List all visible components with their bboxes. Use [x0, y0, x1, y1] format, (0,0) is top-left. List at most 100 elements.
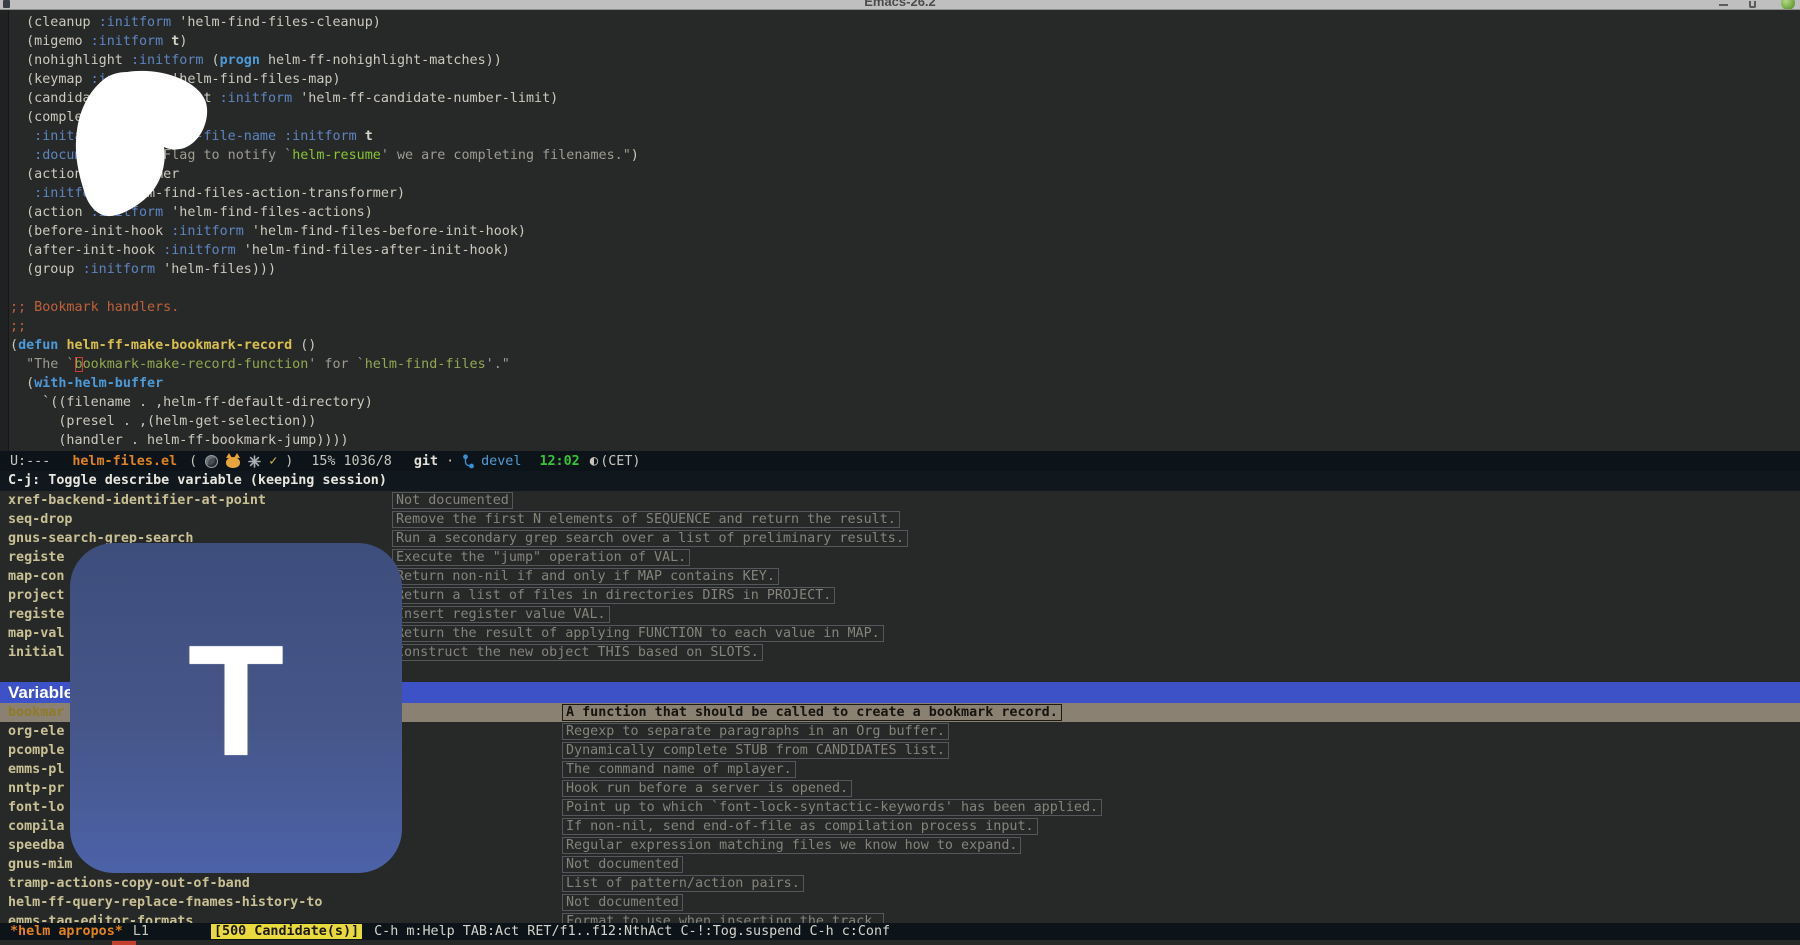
code-line[interactable]: (presel . ,(helm-get-selection)) [10, 412, 1800, 431]
window-titlebar[interactable]: Emacs-26.2 [0, 0, 1800, 10]
candidate-name: initial [8, 645, 64, 660]
candidate-count-badge: [500 Candidate(s)] [211, 924, 362, 939]
code-line[interactable]: (completing-file-name [10, 108, 1800, 127]
candidate-name: pcomple [8, 743, 64, 758]
emacs-orb-icon [205, 455, 218, 468]
code-segment: 'helm-ff-candidate-number-limit) [292, 91, 558, 106]
code-line[interactable]: (keymap :initform 'helm-find-files-map) [10, 70, 1800, 89]
code-line[interactable]: (defun helm-ff-make-bookmark-record () [10, 336, 1800, 355]
code-segment: (migemo [10, 34, 91, 49]
code-segment: (before-init-hook [10, 224, 171, 239]
candidate-name: map-con [8, 569, 64, 584]
clock-icon: ◐ [590, 453, 598, 469]
helm-candidate-row[interactable]: tramp-actions-copy-out-of-bandList of pa… [0, 874, 1800, 893]
code-line[interactable]: (nohighlight :initform (progn helm-ff-no… [10, 51, 1800, 70]
code-line[interactable]: (migemo :initform t) [10, 32, 1800, 51]
code-buffer[interactable]: (cleanup :initform 'helm-find-files-clea… [0, 10, 1800, 451]
code-line[interactable]: (after-init-hook :initform 'helm-find-fi… [10, 241, 1800, 260]
helm-candidate-row[interactable]: seq-drop Remove the first N elements of S… [0, 510, 1800, 529]
code-segment: ookmark-make-record-function [83, 357, 309, 372]
maximize-button-icon[interactable] [1749, 1, 1756, 8]
helm-header-line: C-j: Toggle describe variable (keeping s… [0, 471, 1800, 491]
code-segment: :initform [91, 34, 164, 49]
code-segment: helm-resume [292, 148, 381, 163]
candidate-name: seq-drop [8, 512, 73, 527]
code-segment: (handler . helm-ff-bookmark-jump)))) [10, 433, 349, 448]
code-segment: (cleanup [10, 15, 99, 30]
helm-candidate-row[interactable]: emms-tag-editor-formatsFormat to use whe… [0, 912, 1800, 923]
candidate-name: xref-backend-identifier-at-point [8, 493, 266, 508]
code-segment: ;; [10, 319, 26, 334]
code-line[interactable]: (handler . helm-ff-bookmark-jump)))) [10, 431, 1800, 450]
modeline-paren-close: ) [285, 454, 293, 469]
code-line[interactable]: (cleanup :initform 'helm-find-files-clea… [10, 13, 1800, 32]
candidate-doc: Return non-nil if and only if MAP contai… [392, 568, 779, 585]
code-segment: ;; Bookmark handlers. [10, 300, 179, 315]
echo-area-clipped-text [112, 941, 136, 945]
modeline-separator: · [446, 454, 454, 469]
candidate-doc: Return a list of files in directories DI… [392, 587, 835, 604]
candidate-doc: Remove the first N elements of SEQUENCE … [392, 511, 900, 528]
code-segment: (presel . ,(helm-get-selection)) [10, 414, 316, 429]
modeline-percent: 15% [311, 454, 335, 469]
candidate-doc: Regexp to separate paragraphs in an Org … [562, 723, 949, 740]
code-segment: `((filename . ,helm-ff-default-directory… [10, 395, 373, 410]
code-line[interactable]: :initform 'helm-find-files-action-transf… [10, 184, 1800, 203]
modeline-line-col: 1036/8 [344, 454, 392, 469]
code-line[interactable]: :documentation "Flag to notify `helm-res… [10, 146, 1800, 165]
code-segment: 'helm-find-files-after-init-hook) [236, 243, 510, 258]
candidate-name: org-ele [8, 724, 64, 739]
candidate-name: font-lo [8, 800, 64, 815]
flower-icon [248, 455, 261, 468]
code-line[interactable]: (candidate-number-limit :initform 'helm-… [10, 89, 1800, 108]
code-line[interactable] [10, 279, 1800, 298]
code-segment: (after-init-hook [10, 243, 163, 258]
code-segment: ) [631, 148, 639, 163]
candidate-doc: Insert register value VAL. [392, 606, 610, 623]
modeline-time: 12:02 [539, 454, 579, 469]
code-line[interactable]: ;; Bookmark handlers. [10, 298, 1800, 317]
code-segment: :initform [99, 15, 172, 30]
editor-fringe [0, 10, 9, 451]
helm-candidate-row[interactable]: helm-ff-query-replace-fnames-history-toN… [0, 893, 1800, 912]
code-segment: defun [18, 338, 58, 353]
cat-icon [226, 457, 240, 468]
code-segment: helm-ff-nohighlight-matches)) [260, 53, 502, 68]
candidate-name: bookmar [8, 705, 64, 720]
helm-buffer-name[interactable]: *helm apropos* [10, 924, 123, 939]
candidate-name: project [8, 588, 64, 603]
code-modeline: U:--- helm-files.el ( ✓ ) 15% 1036/8 git… [0, 451, 1800, 471]
code-line[interactable]: (group :initform 'helm-files))) [10, 260, 1800, 279]
candidate-name: speedba [8, 838, 64, 853]
echo-area [0, 940, 1800, 945]
code-line[interactable]: (with-helm-buffer [10, 374, 1800, 393]
candidate-name: emms-pl [8, 762, 64, 777]
code-segment: progn [220, 53, 260, 68]
code-segment: "The ` [10, 357, 75, 372]
tile-letter: T [188, 651, 285, 765]
candidate-name: map-val [8, 626, 64, 641]
code-line[interactable]: (action :initform 'helm-find-files-actio… [10, 203, 1800, 222]
candidate-doc: Not documented [562, 856, 683, 873]
code-line[interactable]: "The `bookmark-make-record-function' for… [10, 355, 1800, 374]
modeline-buffer-name[interactable]: helm-files.el [72, 454, 177, 469]
code-segment: :initform [220, 91, 293, 106]
code-line[interactable]: (action-transformer [10, 165, 1800, 184]
minimize-button-icon[interactable] [1719, 4, 1728, 6]
code-segment: :initform [171, 224, 244, 239]
modeline-paren-open: ( [189, 454, 197, 469]
helm-candidate-row[interactable]: xref-backend-identifier-at-pointNot docu… [0, 491, 1800, 510]
code-segment: with-helm-buffer [34, 376, 163, 391]
code-line[interactable]: ;; [10, 317, 1800, 336]
helm-line-indicator: L1 [133, 924, 149, 939]
modeline-branch[interactable]: devel [481, 454, 521, 469]
code-segment: ( [10, 376, 34, 391]
candidate-doc: A function that should be called to crea… [562, 704, 1062, 721]
candidate-doc: If non-nil, send end-of-file as compilat… [562, 818, 1038, 835]
modeline-vcs[interactable]: git [414, 454, 438, 469]
code-line[interactable]: :initarg :completing-file-name :initform… [10, 127, 1800, 146]
code-line[interactable]: `((filename . ,helm-ff-default-directory… [10, 393, 1800, 412]
code-segment: ' for ` [308, 357, 364, 372]
modeline-timezone: (CET) [600, 454, 640, 469]
code-line[interactable]: (before-init-hook :initform 'helm-find-f… [10, 222, 1800, 241]
